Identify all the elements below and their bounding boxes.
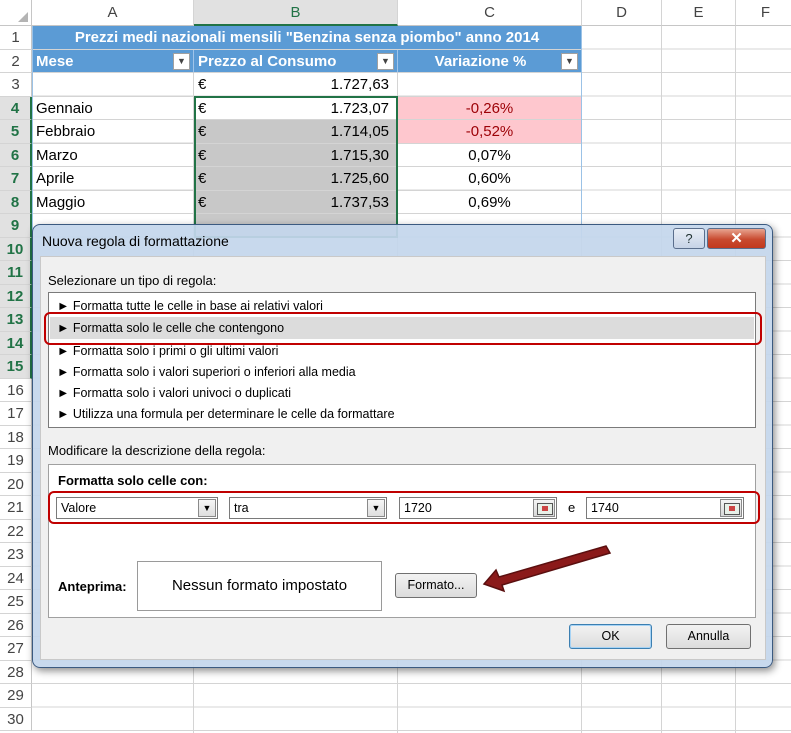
column-header-b[interactable]: B xyxy=(194,0,398,26)
row-header[interactable]: 4 xyxy=(0,96,32,120)
help-button[interactable]: ? xyxy=(673,228,705,249)
header-prezzo-label: Prezzo al Consumo xyxy=(198,52,337,70)
row-header[interactable]: 27 xyxy=(0,637,32,661)
selected-rule-highlight xyxy=(44,312,762,345)
annotation-arrow-icon xyxy=(482,545,612,593)
column-header-e[interactable]: E xyxy=(662,0,736,26)
header-prezzo[interactable]: Prezzo al Consumo ▼ xyxy=(194,49,398,73)
row-header[interactable]: 3 xyxy=(0,73,32,97)
row-header[interactable]: 28 xyxy=(0,660,32,684)
cell-prezzo[interactable]: € 1.737,53 xyxy=(194,190,398,214)
row-header[interactable]: 8 xyxy=(0,190,32,214)
row-header[interactable]: 30 xyxy=(0,707,32,731)
column-header-a[interactable]: A xyxy=(32,0,194,26)
currency-symbol: € xyxy=(198,170,207,187)
currency-symbol: € xyxy=(198,146,207,164)
header-variazione[interactable]: Variazione % ▼ xyxy=(398,49,582,73)
currency-symbol: € xyxy=(198,76,207,93)
row-header[interactable]: 25 xyxy=(0,590,32,614)
price-value: 1.723,07 xyxy=(330,99,389,117)
price-value: 1.725,60 xyxy=(330,170,389,187)
filter-dropdown-icon[interactable]: ▼ xyxy=(561,52,578,70)
row-header[interactable]: 1 xyxy=(0,26,32,50)
cell-variazione[interactable]: 0,07% xyxy=(398,143,582,167)
cell-prezzo[interactable]: € 1.723,07 xyxy=(194,96,398,120)
cell-mese[interactable]: Gennaio xyxy=(32,96,194,120)
select-type-label: Selezionare un tipo di regola: xyxy=(48,273,216,288)
condition-row-highlight xyxy=(48,491,760,524)
format-button[interactable]: Formato... xyxy=(395,573,477,598)
row-header[interactable]: 14 xyxy=(0,331,32,355)
row-header[interactable]: 2 xyxy=(0,49,32,73)
row-header[interactable]: 11 xyxy=(0,261,32,285)
row-header[interactable]: 24 xyxy=(0,566,32,590)
edit-description-label: Modificare la descrizione della regola: xyxy=(48,443,266,458)
header-mese-label: Mese xyxy=(36,52,74,70)
row-header[interactable]: 20 xyxy=(0,472,32,496)
ok-button[interactable]: OK xyxy=(569,624,652,649)
price-value: 1.714,05 xyxy=(330,123,389,140)
cell-variazione[interactable]: 0,69% xyxy=(398,190,582,214)
row-header[interactable]: 13 xyxy=(0,308,32,332)
row-header[interactable]: 23 xyxy=(0,543,32,567)
row-header[interactable]: 12 xyxy=(0,284,32,308)
currency-symbol: € xyxy=(198,193,207,211)
header-variazione-label: Variazione % xyxy=(434,52,527,70)
cell-mese[interactable]: Febbraio xyxy=(32,120,194,144)
rule-type-item[interactable]: ► Utilizza una formula per determinare l… xyxy=(57,407,395,421)
filter-dropdown-icon[interactable]: ▼ xyxy=(173,52,190,70)
price-value: 1.727,63 xyxy=(330,76,389,93)
row-header[interactable]: 26 xyxy=(0,613,32,637)
dialog-title: Nuova regola di formattazione xyxy=(42,233,229,249)
cell-mese[interactable] xyxy=(32,73,194,97)
cell-variazione[interactable]: -0,52% xyxy=(398,120,582,144)
rule-type-item[interactable]: ► Formatta solo i primi o gli ultimi val… xyxy=(57,344,278,358)
price-value: 1.715,30 xyxy=(330,146,389,164)
cell-variazione[interactable]: 0,60% xyxy=(398,167,582,191)
row-header[interactable]: 10 xyxy=(0,237,32,261)
row-header[interactable]: 21 xyxy=(0,496,32,520)
row-header[interactable]: 17 xyxy=(0,402,32,426)
rule-type-item[interactable]: ► Formatta solo i valori univoci o dupli… xyxy=(57,386,291,400)
currency-symbol: € xyxy=(198,99,207,117)
cell-mese[interactable]: Maggio xyxy=(32,190,194,214)
cell-prezzo[interactable]: € 1.714,05 xyxy=(194,120,398,144)
row-header[interactable]: 15 xyxy=(0,355,32,379)
cell-mese[interactable]: Marzo xyxy=(32,143,194,167)
header-mese[interactable]: Mese ▼ xyxy=(32,49,194,73)
column-header-d[interactable]: D xyxy=(582,0,662,26)
cell-prezzo[interactable]: € 1.727,63 xyxy=(194,73,398,97)
preview-box: Nessun formato impostato xyxy=(137,561,382,611)
cancel-button[interactable]: Annulla xyxy=(666,624,751,649)
close-button[interactable]: ✕ xyxy=(707,228,766,249)
table-title[interactable]: Prezzi medi nazionali mensili "Benzina s… xyxy=(32,26,582,50)
price-value: 1.737,53 xyxy=(330,193,389,211)
cell-prezzo[interactable]: € 1.715,30 xyxy=(194,143,398,167)
row-header[interactable]: 6 xyxy=(0,143,32,167)
currency-symbol: € xyxy=(198,123,207,140)
format-only-label: Formatta solo celle con: xyxy=(58,473,208,488)
row-header[interactable]: 16 xyxy=(0,378,32,402)
row-header[interactable]: 29 xyxy=(0,684,32,708)
cell-variazione[interactable]: -0,26% xyxy=(398,96,582,120)
cell-variazione[interactable] xyxy=(398,73,582,97)
cell-mese[interactable]: Aprile xyxy=(32,167,194,191)
row-header[interactable]: 19 xyxy=(0,449,32,473)
column-header-f[interactable]: F xyxy=(736,0,791,26)
cell-prezzo[interactable]: € 1.725,60 xyxy=(194,167,398,191)
rule-type-item[interactable]: ► Formatta tutte le celle in base ai rel… xyxy=(57,299,323,313)
select-type-label-text: Selezionare un tipo di regola: xyxy=(48,273,217,288)
row-header[interactable]: 18 xyxy=(0,425,32,449)
preview-label: Anteprima: xyxy=(58,579,127,594)
row-header[interactable]: 5 xyxy=(0,120,32,144)
column-header-c[interactable]: C xyxy=(398,0,582,26)
filter-dropdown-icon[interactable]: ▼ xyxy=(377,52,394,70)
rule-type-item[interactable]: ► Formatta solo i valori superiori o inf… xyxy=(57,365,356,379)
row-header[interactable]: 9 xyxy=(0,214,32,238)
row-header[interactable]: 7 xyxy=(0,167,32,191)
row-header[interactable]: 22 xyxy=(0,519,32,543)
select-all-corner[interactable] xyxy=(0,0,32,26)
